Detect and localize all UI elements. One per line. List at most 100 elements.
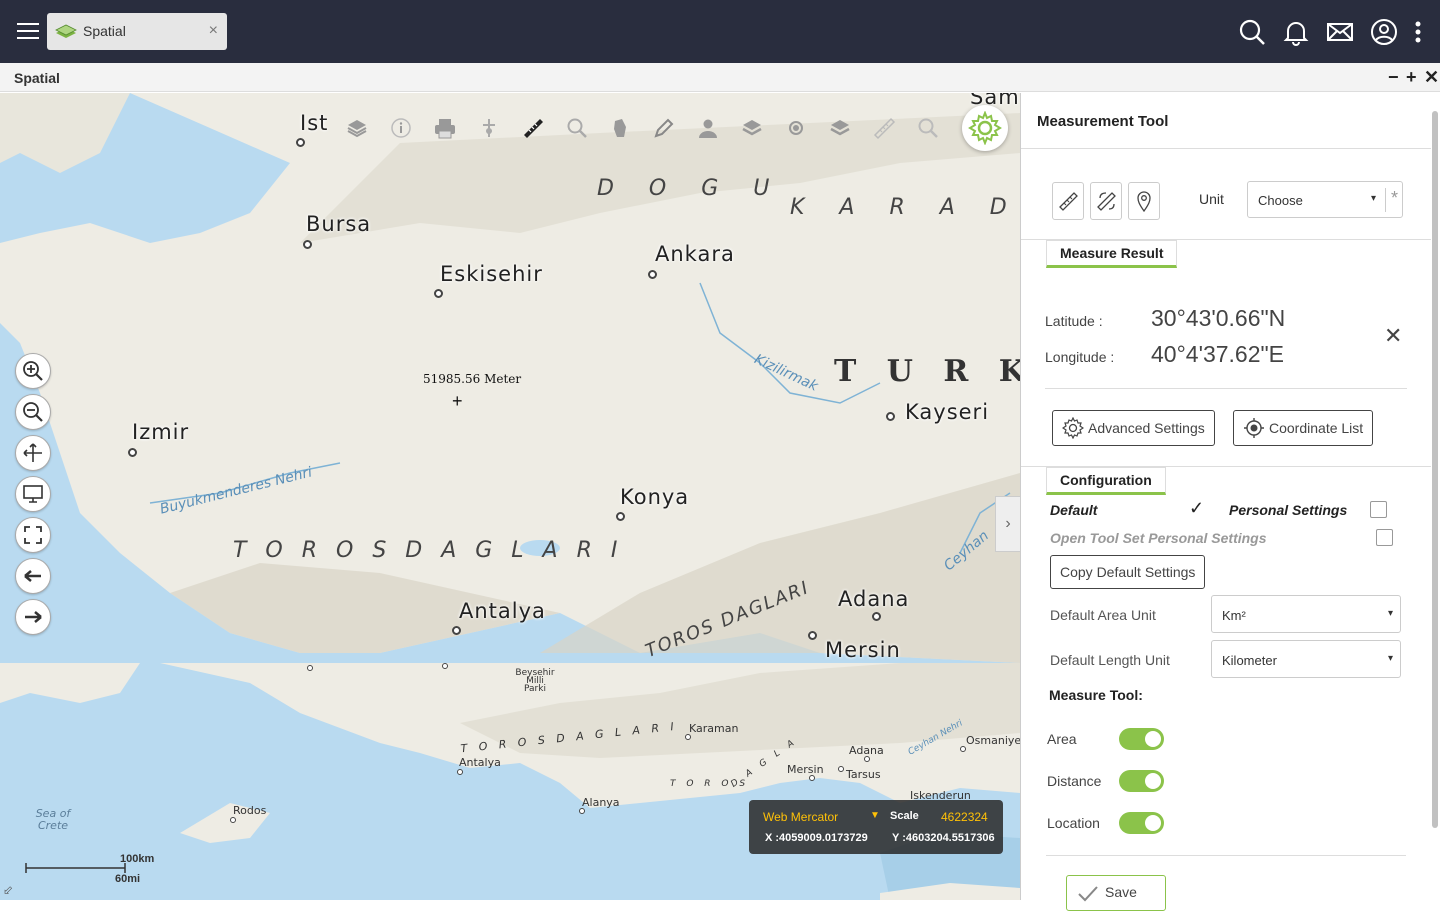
mail-icon[interactable] xyxy=(1326,18,1354,46)
personal-settings-checkbox[interactable] xyxy=(1370,501,1387,518)
settings-gear-button[interactable] xyxy=(962,105,1008,151)
layers2-icon[interactable] xyxy=(730,108,774,148)
copy-default-settings-button[interactable]: Copy Default Settings xyxy=(1050,555,1206,589)
forward-button[interactable] xyxy=(15,599,51,635)
city-dot-small xyxy=(685,734,691,740)
minimize-icon[interactable]: − xyxy=(1388,67,1399,88)
distance-toggle[interactable] xyxy=(1119,770,1164,792)
select-icon[interactable] xyxy=(467,108,511,148)
tab-close-icon[interactable]: × xyxy=(209,22,218,40)
ruler-icon[interactable] xyxy=(511,108,555,148)
projection-select[interactable]: Web Mercator xyxy=(763,810,838,824)
default-checkbox[interactable]: ✓ xyxy=(1189,498,1204,519)
back-button[interactable] xyxy=(15,558,51,594)
latitude-value: 30°43'0.66"N xyxy=(1151,305,1286,331)
window-titlebar: Spatial − + ✕ xyxy=(0,63,1440,92)
scrollbar[interactable] xyxy=(1432,111,1438,828)
divider xyxy=(1045,388,1407,389)
default-area-unit-select[interactable]: Km² ▾ xyxy=(1211,595,1401,633)
city-dot-small xyxy=(442,663,448,669)
zoom-in-button[interactable] xyxy=(15,353,51,389)
zoom-out-icon xyxy=(23,402,43,422)
open-tool-set-checkbox[interactable] xyxy=(1376,529,1393,546)
map-label-konya: Konya xyxy=(620,485,690,509)
search-icon[interactable] xyxy=(555,108,599,148)
tab-measure-result[interactable]: Measure Result xyxy=(1046,240,1178,268)
default-area-unit-label: Default Area Unit xyxy=(1050,607,1156,623)
menu-icon[interactable] xyxy=(17,23,39,41)
layers-icon[interactable] xyxy=(335,108,379,148)
distance-mode-button[interactable] xyxy=(1052,182,1084,220)
save-label: Save xyxy=(1105,884,1137,900)
user-icon[interactable] xyxy=(1370,18,1398,46)
map-layers-icon xyxy=(55,24,77,38)
panel-title: Measurement Tool xyxy=(1037,113,1169,130)
clear-icon[interactable]: * xyxy=(1385,188,1403,212)
crosshair-target-icon xyxy=(1244,418,1264,438)
city-dot-small xyxy=(809,775,815,781)
monitor-button[interactable] xyxy=(15,476,51,512)
map-label-mersin-small: Mersin xyxy=(787,763,824,776)
search-icon[interactable] xyxy=(1238,18,1266,46)
resize-icon[interactable]: ⬃ xyxy=(3,883,13,897)
gear-icon xyxy=(968,111,1002,145)
location-mode-button[interactable] xyxy=(1128,182,1160,220)
area-ruler-icon xyxy=(1097,192,1116,211)
tab-spatial[interactable]: Spatial × xyxy=(47,13,227,50)
info-icon[interactable] xyxy=(379,108,423,148)
ruler-icon xyxy=(1059,192,1078,211)
chevron-down-icon[interactable]: ▼ xyxy=(870,810,880,821)
gear-icon xyxy=(1062,417,1084,439)
location-toggle[interactable] xyxy=(1119,812,1164,834)
checkmark-icon xyxy=(1078,886,1098,902)
pan-button[interactable] xyxy=(15,435,51,471)
zoom-out-button[interactable] xyxy=(15,394,51,430)
map-label-kayseri: Kayseri xyxy=(905,400,990,424)
default-length-unit-select[interactable]: Kilometer ▾ xyxy=(1211,640,1401,678)
map-label-osmaniye: Osmaniye xyxy=(966,734,1020,747)
map-toolbar xyxy=(335,108,950,148)
coordinate-list-button[interactable]: Coordinate List xyxy=(1233,410,1374,446)
unit-select[interactable]: Choose ▾ * xyxy=(1247,181,1403,218)
measure-icon[interactable] xyxy=(862,108,906,148)
map-label-dogu: D O G U xyxy=(597,176,784,201)
fullscreen-button[interactable] xyxy=(15,517,51,553)
map-label-sea-of-crete: Sea of Crete xyxy=(35,807,71,832)
close-icon[interactable]: ✕ xyxy=(1384,323,1402,349)
city-dot xyxy=(886,412,895,421)
person-icon[interactable] xyxy=(686,108,730,148)
city-dot-small xyxy=(307,665,313,671)
scale-mi: 60mi xyxy=(115,873,141,885)
target-icon[interactable] xyxy=(774,108,818,148)
advanced-settings-button[interactable]: Advanced Settings xyxy=(1052,410,1215,446)
bell-icon[interactable] xyxy=(1282,18,1310,46)
map-label-karade: K A R A D E xyxy=(790,195,1020,220)
city-dot xyxy=(434,289,443,298)
tab-configuration[interactable]: Configuration xyxy=(1046,467,1166,495)
collapse-panel-button[interactable]: › xyxy=(995,496,1020,552)
back-arrow-icon xyxy=(24,570,41,582)
close-window-icon[interactable]: ✕ xyxy=(1424,67,1439,88)
map-label-ist: Ist xyxy=(300,111,329,135)
default-length-unit-label: Default Length Unit xyxy=(1050,652,1170,668)
copy-default-label: Copy Default Settings xyxy=(1060,564,1196,580)
area-mode-button[interactable] xyxy=(1090,182,1122,220)
zoom-search-icon[interactable] xyxy=(906,108,950,148)
map-canvas[interactable]: Ist Bursa Eskisehir Ankara Izmir Kayseri… xyxy=(0,93,1020,900)
map-label-tarsus: Tarsus xyxy=(846,768,881,781)
map-label-karaman: Karaman xyxy=(689,722,739,735)
pencil-icon[interactable] xyxy=(642,108,686,148)
pointer-icon[interactable] xyxy=(599,108,643,148)
maximize-icon[interactable]: + xyxy=(1406,67,1417,88)
map-label-alanya: Alanya xyxy=(582,796,620,809)
crosshair-icon: + xyxy=(452,391,463,411)
map-label-ankara: Ankara xyxy=(655,242,735,266)
coordinate-box: Web Mercator ▼ Scale 4622324 X :4059009.… xyxy=(749,800,1003,854)
city-dot xyxy=(452,626,461,635)
print-icon[interactable] xyxy=(423,108,467,148)
area-toggle[interactable] xyxy=(1119,728,1164,750)
unit-select-value: Choose xyxy=(1258,193,1303,208)
save-button[interactable]: Save xyxy=(1066,875,1166,911)
layers3-icon[interactable] xyxy=(818,108,862,148)
more-vertical-icon[interactable] xyxy=(1404,18,1432,46)
